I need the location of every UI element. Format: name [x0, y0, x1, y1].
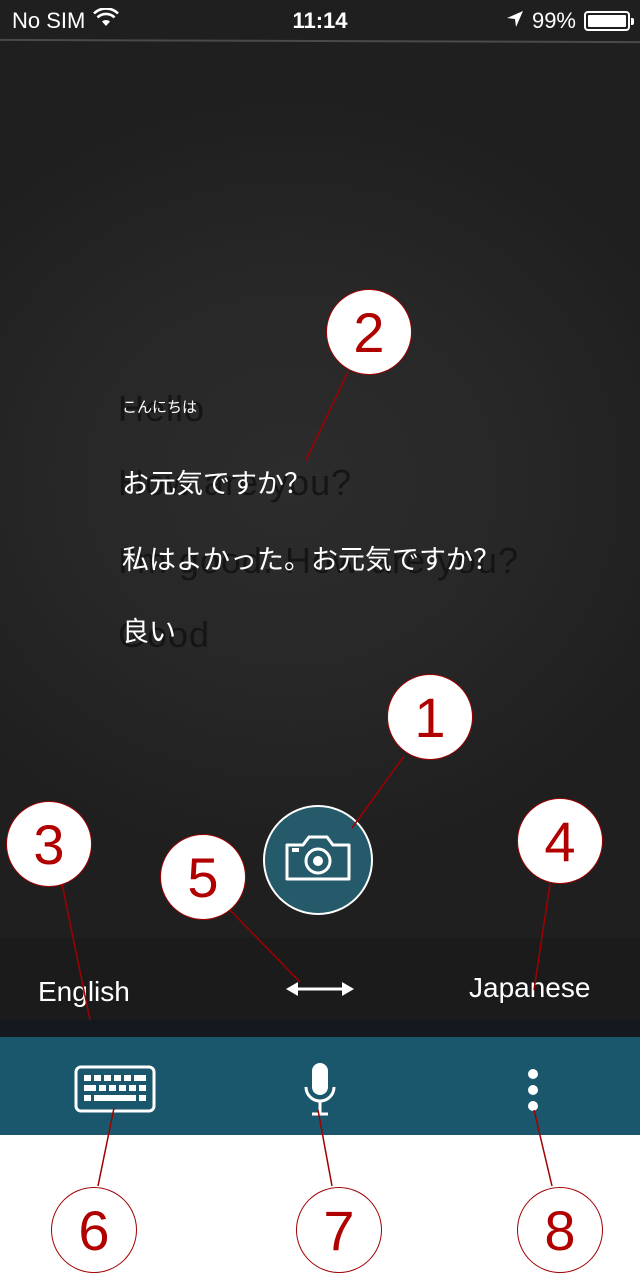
callout-3: 3	[6, 801, 92, 887]
callout-2: 2	[326, 289, 412, 375]
callout-6: 6	[51, 1187, 137, 1273]
callout-4: 4	[517, 798, 603, 884]
callout-8: 8	[517, 1187, 603, 1273]
callout-1: 1	[387, 674, 473, 760]
callout-7: 7	[296, 1187, 382, 1273]
callout-5: 5	[160, 834, 246, 920]
callout-leader-lines	[61, 371, 553, 1187]
